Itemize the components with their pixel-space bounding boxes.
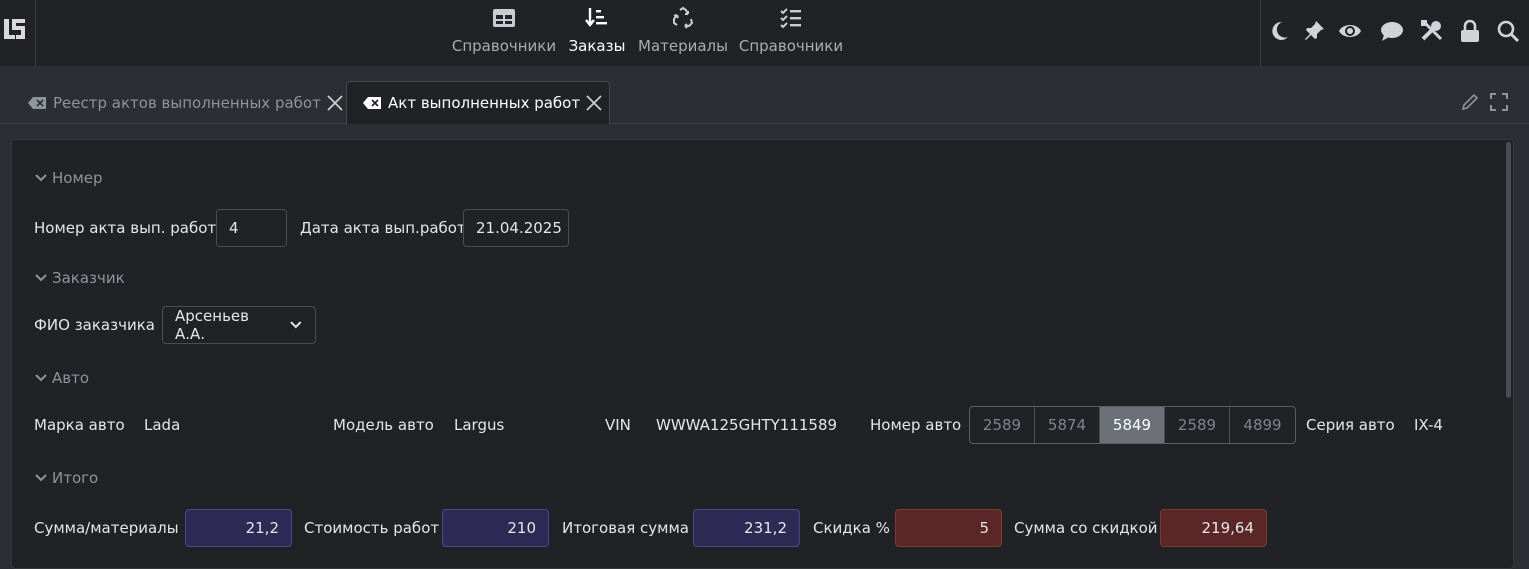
chevron-down-icon <box>35 174 47 182</box>
car-series-value: IX-4 <box>1414 416 1443 434</box>
recycle-icon <box>673 6 694 29</box>
discounted-sum-field[interactable]: 219,64 <box>1160 509 1267 547</box>
total-sum-field[interactable]: 231,2 <box>693 509 800 547</box>
car-vin-value: WWWA125GHTY111589 <box>656 416 838 434</box>
discount-label: Скидка % <box>813 519 890 537</box>
form-panel <box>11 139 1514 569</box>
total-sum-label: Итоговая сумма <box>562 519 689 537</box>
chevron-down-icon <box>35 474 47 482</box>
close-icon[interactable] <box>584 93 604 113</box>
chevron-down-icon <box>35 274 47 282</box>
car-vin-label: VIN <box>605 416 631 434</box>
edit-icon[interactable] <box>1460 92 1480 112</box>
tab-bar: Реестр актов выполненных работ Акт выпол… <box>0 66 1529 124</box>
discount-field[interactable]: 5 <box>895 509 1002 547</box>
chat-icon[interactable] <box>1380 19 1404 43</box>
sort-list-icon <box>585 8 607 27</box>
plate-option[interactable]: 2589 <box>970 407 1035 443</box>
car-brand-label: Марка авто <box>34 416 125 434</box>
plate-option[interactable]: 4899 <box>1230 407 1295 443</box>
nav-materials[interactable]: Материалы <box>638 0 728 66</box>
tab-act-of-work[interactable]: Акт выполненных работ <box>346 81 610 124</box>
car-brand-value: Lada <box>144 416 181 434</box>
logo[interactable] <box>0 0 36 66</box>
tab-label: Реестр актов выполненных работ <box>53 93 321 112</box>
tab-acts-registry[interactable]: Реестр актов выполненных работ <box>28 81 345 124</box>
plate-option[interactable]: 5874 <box>1035 407 1100 443</box>
work-cost-field[interactable]: 210 <box>442 509 549 547</box>
backspace-icon <box>363 97 381 109</box>
car-model-value: Largus <box>454 416 505 434</box>
discounted-sum-label: Сумма со скидкой <box>1014 519 1158 537</box>
chevron-down-icon <box>290 321 302 329</box>
materials-sum-field[interactable]: 21,2 <box>185 509 292 547</box>
nav-label: Материалы <box>638 37 728 55</box>
section-customer-header[interactable]: Заказчик <box>34 269 125 287</box>
tools-icon[interactable] <box>1420 19 1444 43</box>
fullscreen-icon[interactable] <box>1489 92 1509 112</box>
lock-icon[interactable] <box>1458 19 1482 43</box>
plate-option-selected[interactable]: 5849 <box>1100 407 1165 443</box>
car-model-label: Модель авто <box>333 416 434 434</box>
nav-label: Справочники <box>738 37 844 55</box>
nav-directories-2[interactable]: Справочники <box>738 0 844 66</box>
nav-orders[interactable]: Заказы <box>569 0 625 66</box>
section-total-header[interactable]: Итого <box>34 469 98 487</box>
chevron-down-icon <box>35 374 47 382</box>
plate-option[interactable]: 2589 <box>1165 407 1230 443</box>
checklist-icon <box>780 8 801 29</box>
close-icon[interactable] <box>325 93 345 113</box>
eye-icon[interactable] <box>1338 19 1362 43</box>
car-plate-label: Номер авто <box>870 416 962 434</box>
logo-icon <box>4 19 25 39</box>
nav-directories-1[interactable]: Справочники <box>451 0 557 66</box>
act-date-input[interactable]: 21.04.2025 <box>463 209 569 247</box>
nav-label: Справочники <box>451 37 557 55</box>
car-plate-selector: 2589 5874 5849 2589 4899 <box>969 406 1296 444</box>
backspace-icon <box>28 96 46 109</box>
materials-sum-label: Сумма/материалы <box>34 519 179 537</box>
act-number-input[interactable]: 4 <box>216 209 287 247</box>
top-bar: Справочники Заказы Материалы Справочники <box>0 0 1529 66</box>
customer-fio-label: ФИО заказчика <box>34 316 155 334</box>
scrollbar[interactable] <box>1506 142 1511 398</box>
section-car-header[interactable]: Авто <box>34 369 89 387</box>
act-number-label: Номер акта вып. работ <box>34 219 217 237</box>
work-cost-label: Стоимость работ <box>304 519 440 537</box>
toolbar-right <box>1260 0 1529 66</box>
car-series-label: Серия авто <box>1306 416 1395 434</box>
moon-icon[interactable] <box>1267 19 1291 43</box>
table-icon <box>493 9 515 27</box>
act-date-label: Дата акта вып.работ <box>300 219 466 237</box>
section-number-header[interactable]: Номер <box>34 169 103 187</box>
customer-fio-select[interactable]: Арсеньев А.А. <box>162 306 316 344</box>
tab-label: Акт выполненных работ <box>388 94 581 112</box>
nav-label: Заказы <box>568 37 626 55</box>
search-icon[interactable] <box>1496 19 1520 43</box>
pin-icon[interactable] <box>1302 19 1326 43</box>
